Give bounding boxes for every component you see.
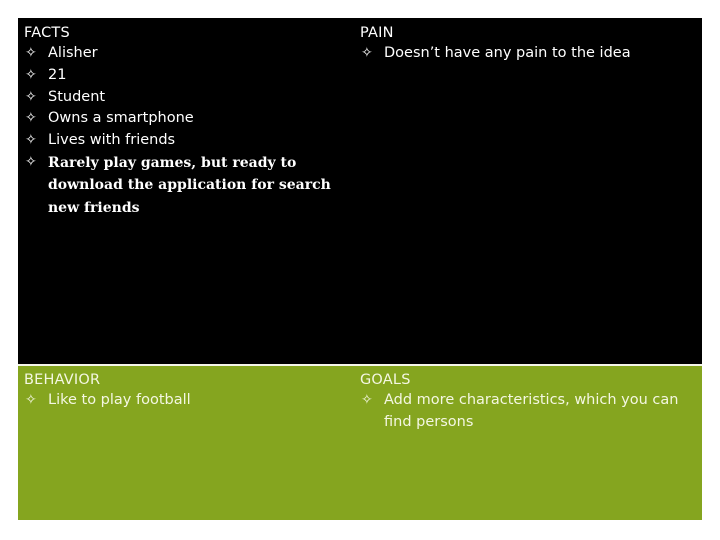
fact-text: 21 (48, 66, 67, 83)
four-point-star-outline-icon: ✧ (25, 66, 37, 83)
list-item: ✧ Owns a smartphone (24, 108, 344, 130)
list-item: ✧ Add more characteristics, which you ca… (360, 390, 696, 434)
list-item: ✧ Rarely play games, but ready to downlo… (24, 152, 344, 220)
pain-section: PAIN ✧ Doesn’t have any pain to the idea (360, 23, 696, 65)
list-item: ✧ Like to play football (24, 390, 344, 412)
four-point-star-outline-icon: ✧ (25, 45, 37, 61)
four-point-star-outline-icon: ✧ (25, 153, 37, 170)
behavior-list: ✧ Like to play football (24, 390, 344, 412)
behavior-section: BEHAVIOR ✧ Like to play football (24, 370, 344, 412)
pain-list: ✧ Doesn’t have any pain to the idea (360, 43, 696, 65)
four-point-star-outline-icon: ✧ (361, 392, 373, 408)
fact-text: Student (48, 88, 106, 105)
fact-text: Rarely play games, but ready to download… (48, 154, 331, 216)
goals-section: GOALS ✧ Add more characteristics, which … (360, 370, 696, 434)
goals-text: Add more characteristics, which you can … (384, 392, 679, 430)
list-item: ✧ Lives with friends (24, 130, 344, 152)
list-item: ✧ 21 (24, 65, 344, 87)
behavior-text: Like to play football (48, 392, 191, 408)
four-point-star-outline-icon: ✧ (25, 392, 37, 408)
list-item: ✧ Student (24, 87, 344, 109)
facts-list: ✧ Alisher ✧ 21 ✧ Student ✧ Owns a smartp… (24, 43, 344, 219)
list-item: ✧ Alisher (24, 43, 344, 65)
fact-text: Owns a smartphone (48, 110, 194, 127)
goals-heading: GOALS (360, 372, 411, 388)
fact-text: Alisher (48, 45, 98, 61)
four-point-star-outline-icon: ✧ (25, 88, 37, 105)
fact-text: Lives with friends (48, 132, 176, 149)
four-point-star-outline-icon: ✧ (25, 132, 37, 149)
behavior-heading: BEHAVIOR (24, 372, 101, 388)
pain-heading: PAIN (360, 25, 394, 41)
four-point-star-outline-icon: ✧ (25, 110, 37, 127)
four-point-star-outline-icon: ✧ (361, 45, 373, 61)
facts-section: FACTS ✧ Alisher ✧ 21 ✧ Student ✧ Owns a … (24, 23, 344, 219)
goals-list: ✧ Add more characteristics, which you ca… (360, 390, 696, 434)
pain-text: Doesn’t have any pain to the idea (384, 45, 631, 61)
facts-heading: FACTS (24, 25, 70, 41)
list-item: ✧ Doesn’t have any pain to the idea (360, 43, 696, 65)
